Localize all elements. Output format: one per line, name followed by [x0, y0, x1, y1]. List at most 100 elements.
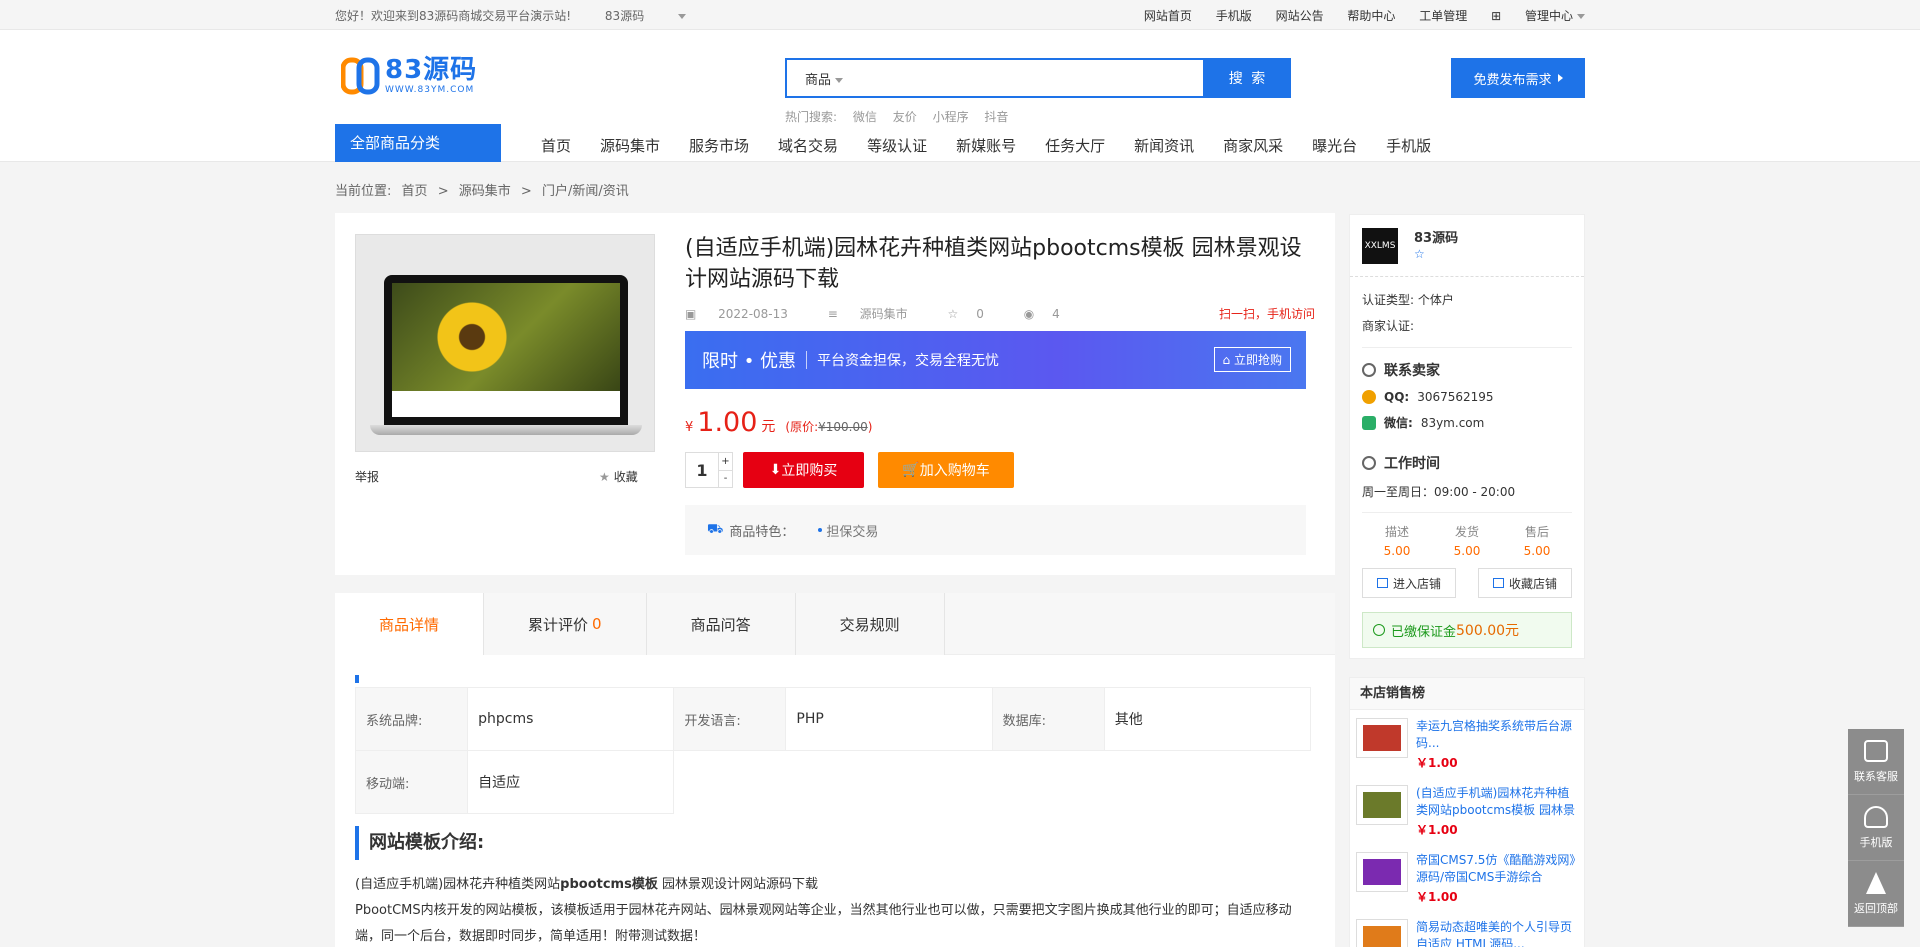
product-panel: 举报 ★ 收藏 (自适应手机端)园林花卉种植类网站pbootcms模板 园林景观设… [335, 213, 1335, 575]
qq-icon [1362, 390, 1376, 404]
qq-contact[interactable]: QQ: 3067562195 [1362, 390, 1572, 404]
price-block: ¥ 1.00 元 (原价:¥100.00) [685, 407, 873, 438]
table-row: 系统品牌: phpcms 开发语言: PHP 数据库: 其他 [354, 687, 1312, 751]
cart-icon: ⛟ [707, 521, 724, 537]
basket-icon: ⌂ [1222, 353, 1234, 367]
yen-icon [1373, 624, 1385, 636]
nav-item[interactable]: 服务市场 [689, 135, 749, 156]
wechat-contact[interactable]: 微信: 83ym.com [1362, 414, 1572, 431]
list-item[interactable]: 帝国CMS7.5仿《酷酷游戏网》源码/帝国CMS手游综合 ￥1.00 [1350, 844, 1584, 911]
nav-item[interactable]: 手机版 [1386, 135, 1431, 156]
breadcrumb-link[interactable]: 首页 [402, 184, 428, 199]
site-selector[interactable]: 83源码 [605, 9, 687, 23]
top-bar: 您好！欢迎来到83源码商城交易平台演示站! 83源码 网站首页 手机版 网站公告… [0, 0, 1920, 30]
cart-icon: 🛒 [902, 462, 920, 478]
publish-demand-button[interactable]: 免费发布需求 [1451, 58, 1585, 98]
search-type-select[interactable]: 商品 [805, 69, 844, 88]
shop-avatar[interactable]: XXLMS [1362, 227, 1398, 264]
nav-item[interactable]: 等级认证 [867, 135, 927, 156]
thumbnail [1356, 852, 1408, 892]
hot-term[interactable]: 抖音 [984, 110, 1008, 124]
back-to-top-button[interactable]: 返回顶部 [1848, 861, 1904, 927]
shop-sidebar: XXLMS 83源码 ☆ 认证类型: 个体户 商家认证: 联系卖家 QQ: 306… [1349, 214, 1585, 947]
list-item[interactable]: (自适应手机端)园林花卉种植类网站pbootcms模板 园林景 ￥1.00 [1350, 777, 1584, 844]
thumbnail [1356, 785, 1408, 825]
breadcrumb-link[interactable]: 门户/新闻/资讯 [542, 184, 629, 199]
flower-illustration [432, 297, 512, 377]
product-features: ⛟ 商品特色： 担保交易 [685, 505, 1306, 555]
quantity-plus-button[interactable]: + [719, 453, 732, 470]
logo-mark-icon [341, 57, 380, 95]
chevron-down-icon [678, 13, 687, 19]
scan-mobile-link[interactable]: 扫一扫，手机访问 [1219, 305, 1315, 322]
eye-icon: ◉ [1023, 307, 1035, 321]
nav-item[interactable]: 商家风采 [1223, 135, 1283, 156]
top-link-notice[interactable]: 网站公告 [1276, 9, 1324, 23]
headset-icon [1864, 805, 1888, 828]
add-to-cart-button[interactable]: 🛒 加入购物车 [878, 452, 1014, 488]
calendar-icon: ▣ [685, 307, 701, 321]
headset-icon [1362, 363, 1376, 377]
breadcrumb: 当前位置: 首页 > 源码集市 > 门户/新闻/资讯 [335, 184, 629, 199]
buy-now-button[interactable]: ⬇ 立即购买 [743, 452, 864, 488]
tab-qa[interactable]: 商品问答 [646, 593, 796, 655]
manage-center-menu[interactable]: ⊞ 管理中心 [1491, 9, 1585, 23]
nav-item[interactable]: 新闻资讯 [1134, 135, 1194, 156]
top-link-mobile[interactable]: 手机版 [1216, 9, 1252, 23]
hot-term[interactable]: 小程序 [933, 110, 969, 124]
quantity-minus-button[interactable]: - [719, 469, 732, 488]
star-outline-icon: ☆ [947, 307, 959, 321]
intro-heading: 网站模板介绍: [355, 826, 1315, 860]
shop-card: XXLMS 83源码 ☆ 认证类型: 个体户 商家认证: 联系卖家 QQ: 306… [1349, 214, 1585, 659]
shop-name[interactable]: 83源码 [1414, 227, 1458, 246]
hot-search: 热门搜索: 微信 友价 小程序 抖音 [785, 110, 1009, 124]
product-title: (自适应手机端)园林花卉种植类网站pbootcms模板 园林景观设计网站源码下载 [685, 236, 1302, 292]
main-nav: 首页 源码集市 服务市场 域名交易 等级认证 新媒账号 任务大厅 新闻资讯 商家… [541, 135, 1460, 156]
collect-button[interactable]: ★ 收藏 [599, 468, 638, 485]
hot-term[interactable]: 微信 [853, 110, 877, 124]
deposit-badge: 已缴保证金 500.00元 [1362, 612, 1572, 648]
top-link-ticket[interactable]: 工单管理 [1419, 9, 1467, 23]
product-image[interactable] [355, 234, 655, 452]
clock-icon [1362, 456, 1376, 470]
mobile-version-button[interactable]: 手机版 [1848, 795, 1904, 861]
nav-item[interactable]: 新媒账号 [956, 135, 1016, 156]
nav-item[interactable]: 任务大厅 [1045, 135, 1105, 156]
cart-download-icon: ⬇ [769, 462, 782, 478]
collect-shop-button[interactable]: 收藏店铺 [1478, 568, 1572, 598]
list-item[interactable]: 幸运九宫格抽奖系统带后台源码... ￥1.00 [1350, 710, 1584, 777]
search-input[interactable] [857, 60, 1203, 96]
top-link-home[interactable]: 网站首页 [1144, 9, 1192, 23]
site-logo[interactable]: 83源码 WWW.83YM.COM [341, 56, 477, 96]
hot-term[interactable]: 友价 [893, 110, 917, 124]
top-link-help[interactable]: 帮助中心 [1347, 9, 1395, 23]
price-value: 1.00 [697, 407, 758, 438]
list-item[interactable]: 简易动态超唯美的个人引导页自适应 HTML源码... [1350, 911, 1584, 947]
report-link[interactable]: 举报 [355, 468, 379, 485]
chevron-down-icon [1577, 13, 1585, 19]
shop-icon [1376, 578, 1388, 588]
all-categories-button[interactable]: 全部商品分类 [335, 124, 501, 162]
detail-tabs: 商品详情 累计评价 0 商品问答 交易规则 [335, 593, 1335, 655]
intro-text: (自适应手机端)园林花卉种植类网站pbootcms模板 园林景观设计网站源码下载… [355, 877, 1292, 944]
list-icon: ≡ [827, 307, 842, 321]
tab-details[interactable]: 商品详情 [335, 593, 485, 655]
star-icon: ☆ [1414, 247, 1425, 261]
shop-icon [1492, 578, 1504, 588]
nav-item[interactable]: 曝光台 [1312, 135, 1357, 156]
quantity-input[interactable]: 1 [686, 453, 718, 487]
tab-rules[interactable]: 交易规则 [795, 593, 945, 655]
arrow-right-icon [1557, 74, 1563, 82]
promo-buy-button[interactable]: ⌂ 立即抢购 [1213, 347, 1291, 372]
nav-item[interactable]: 源码集市 [600, 135, 660, 156]
original-price: (原价:¥100.00) [785, 420, 873, 434]
product-meta: ▣ 2022-08-13 ≡ 源码集市 ☆ 0 ◉ 4 扫一扫，手机访问 [685, 305, 1315, 322]
enter-shop-button[interactable]: 进入店铺 [1362, 568, 1456, 598]
tab-reviews[interactable]: 累计评价 0 [484, 593, 647, 655]
breadcrumb-link[interactable]: 源码集市 [459, 184, 511, 199]
nav-item[interactable]: 域名交易 [778, 135, 838, 156]
customer-service-button[interactable]: 联系客服 [1848, 729, 1904, 795]
search-button[interactable]: 搜 索 [1205, 58, 1291, 98]
nav-item[interactable]: 首页 [541, 135, 571, 156]
welcome-text: 您好！欢迎来到83源码商城交易平台演示站! [335, 8, 572, 23]
